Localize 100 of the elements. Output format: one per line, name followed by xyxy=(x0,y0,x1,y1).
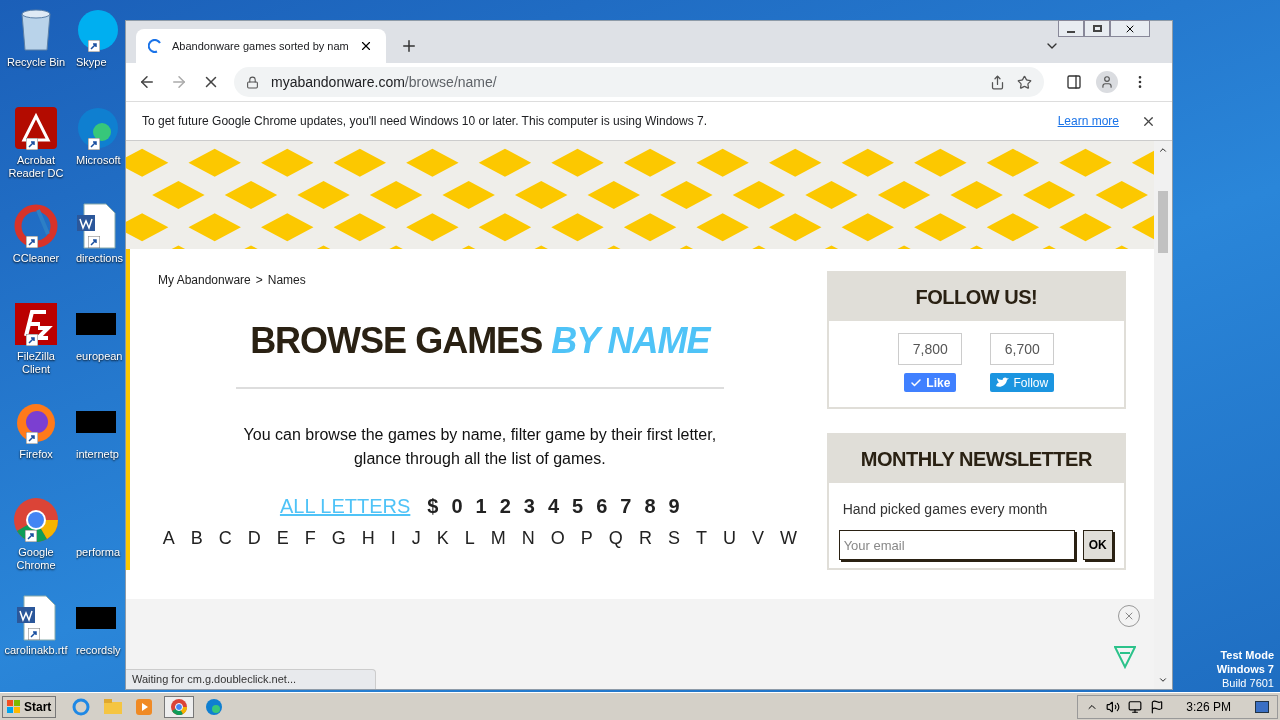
letter-filter-link[interactable]: 3 xyxy=(523,491,535,521)
desktop-shortcut[interactable]: performa xyxy=(76,490,124,588)
desktop-shortcut[interactable]: CCleaner xyxy=(0,196,72,294)
letter-link[interactable]: H xyxy=(361,527,375,549)
letter-link[interactable]: U xyxy=(722,527,736,549)
learn-more-link[interactable]: Learn more xyxy=(1057,112,1119,130)
desktop-shortcut[interactable]: Acrobat Reader DC xyxy=(0,98,72,196)
letter-link[interactable]: A xyxy=(162,527,175,549)
letter-filter-link[interactable]: 0 xyxy=(451,491,463,521)
letter-link[interactable]: R xyxy=(638,527,652,549)
shortcut-label: Acrobat Reader DC xyxy=(7,154,65,180)
edge-taskbar-icon[interactable] xyxy=(206,698,223,715)
shortcut-arrow-icon xyxy=(26,236,38,248)
test-mode-notice: Build 7601 xyxy=(1222,676,1274,690)
flag-icon[interactable] xyxy=(1150,699,1165,714)
letter-filter-link[interactable]: $ xyxy=(427,491,439,521)
address-bar[interactable]: myabandonware.com/browse/name/ xyxy=(234,67,1044,97)
shortcut-label: directions xyxy=(76,252,124,265)
restore-button[interactable] xyxy=(1084,20,1110,37)
desktop-shortcut[interactable]: Microsoft xyxy=(76,98,124,196)
bookmark-star-icon[interactable] xyxy=(1017,74,1032,90)
letter-filter-link[interactable]: 5 xyxy=(572,491,584,521)
letter-filter-link[interactable]: 4 xyxy=(547,491,560,521)
restore-icon xyxy=(1092,25,1102,32)
back-icon[interactable] xyxy=(138,73,156,91)
letter-link[interactable]: G xyxy=(331,527,346,549)
desktop-shortcut[interactable]: FileZilla Client xyxy=(0,294,72,392)
letter-link[interactable]: K xyxy=(436,527,449,549)
letter-filter-link[interactable]: 8 xyxy=(644,491,656,521)
letter-filter-link[interactable]: 1 xyxy=(475,491,487,521)
chrome-app-icon xyxy=(13,497,59,543)
desktop-shortcut[interactable]: internetp xyxy=(76,392,124,490)
edge-app-icon xyxy=(76,106,120,150)
desktop-shortcut[interactable]: Google Chrome xyxy=(0,490,72,588)
test-mode-notice: Windows 7 xyxy=(1216,662,1274,676)
letter-link[interactable]: V xyxy=(751,527,764,549)
letter-link[interactable]: D xyxy=(247,527,261,549)
pdf-app-icon xyxy=(14,106,58,150)
desktop-shortcut[interactable]: Skype xyxy=(76,0,124,98)
panel-title: FOLLOW US! xyxy=(915,285,1038,310)
letter-link[interactable]: S xyxy=(667,527,680,549)
shortcut-label: internetp xyxy=(76,448,119,461)
letter-link[interactable]: B xyxy=(190,527,203,549)
volume-icon[interactable] xyxy=(1106,699,1121,714)
letter-filter-link[interactable]: 2 xyxy=(499,491,511,521)
shortcut-label: Google Chrome xyxy=(15,546,57,572)
scroll-thumb[interactable] xyxy=(1158,191,1168,253)
letter-link[interactable]: T xyxy=(695,527,707,549)
filezilla-app-icon xyxy=(14,302,58,346)
side-panel-icon[interactable] xyxy=(1066,74,1082,90)
letter-link[interactable]: L xyxy=(464,527,475,549)
bird-icon xyxy=(996,377,1010,388)
shortcut-label: Recycle Bin xyxy=(5,56,67,69)
letter-link[interactable]: C xyxy=(218,527,232,549)
shortcut-arrow-icon xyxy=(88,138,100,150)
shortcut-arrow-icon xyxy=(88,236,100,248)
desktop-shortcut[interactable]: european xyxy=(76,294,124,392)
letter-filter-link[interactable]: 9 xyxy=(668,491,680,521)
breadcrumb-link[interactable]: Names xyxy=(267,271,306,289)
email-field[interactable]: Your email xyxy=(838,530,1075,560)
start-button[interactable]: Start xyxy=(2,695,57,718)
share-icon[interactable] xyxy=(990,74,1005,90)
letter-link[interactable]: N xyxy=(521,527,535,549)
shortcut-arrow-icon xyxy=(25,530,37,542)
letter-link[interactable]: O xyxy=(550,527,565,549)
desktop-shortcut[interactable]: recordsly xyxy=(76,588,124,686)
desktop-shortcut[interactable]: carolinakb.rtf xyxy=(0,588,72,686)
desktop-shortcut[interactable]: directions xyxy=(76,196,124,294)
letter-link[interactable]: I xyxy=(390,527,396,549)
browser-tab[interactable]: Abandonware games sorted by nam xyxy=(136,29,386,63)
desktop-shortcut[interactable]: Firefox xyxy=(0,392,72,490)
shortcut-label: Microsoft xyxy=(76,154,121,167)
letter-link[interactable]: W xyxy=(779,527,797,549)
shortcut-label: Firefox xyxy=(18,448,54,461)
show-desktop-icon[interactable] xyxy=(1255,700,1269,713)
tab-title: Abandonware games sorted by nam xyxy=(172,38,349,54)
like-button[interactable]: Like xyxy=(904,373,957,392)
letter-link[interactable]: M xyxy=(490,527,506,549)
ok-button[interactable]: OK xyxy=(1082,530,1113,560)
new-tab-icon[interactable] xyxy=(400,37,418,55)
desktop-shortcut[interactable]: Recycle Bin xyxy=(0,0,72,98)
chrome-taskbar-button[interactable] xyxy=(164,695,195,718)
letter-link[interactable]: E xyxy=(276,527,289,549)
redacted-icon xyxy=(76,411,116,433)
letter-link[interactable]: P xyxy=(580,527,593,549)
scroll-up-icon[interactable] xyxy=(1158,145,1168,155)
profile-icon[interactable] xyxy=(1096,71,1118,93)
letter-filter-link[interactable]: 6 xyxy=(596,491,608,521)
letter-link[interactable]: Q xyxy=(608,527,623,549)
scroll-down-icon[interactable] xyxy=(1158,675,1168,685)
clock[interactable]: 3:26 PM xyxy=(1186,697,1231,716)
document-icon xyxy=(76,203,116,249)
shortcut-label: carolinakb.rtf xyxy=(3,644,69,657)
minimize-button[interactable] xyxy=(1058,20,1084,37)
breadcrumb-link[interactable]: My Abandonware xyxy=(158,271,251,289)
network-icon[interactable] xyxy=(1128,699,1143,714)
newsletter-text: Hand picked games every month xyxy=(841,500,1049,519)
letter-link[interactable]: J xyxy=(411,527,421,549)
letter-link[interactable]: F xyxy=(304,527,316,549)
letter-filter-link[interactable]: 7 xyxy=(620,491,632,521)
